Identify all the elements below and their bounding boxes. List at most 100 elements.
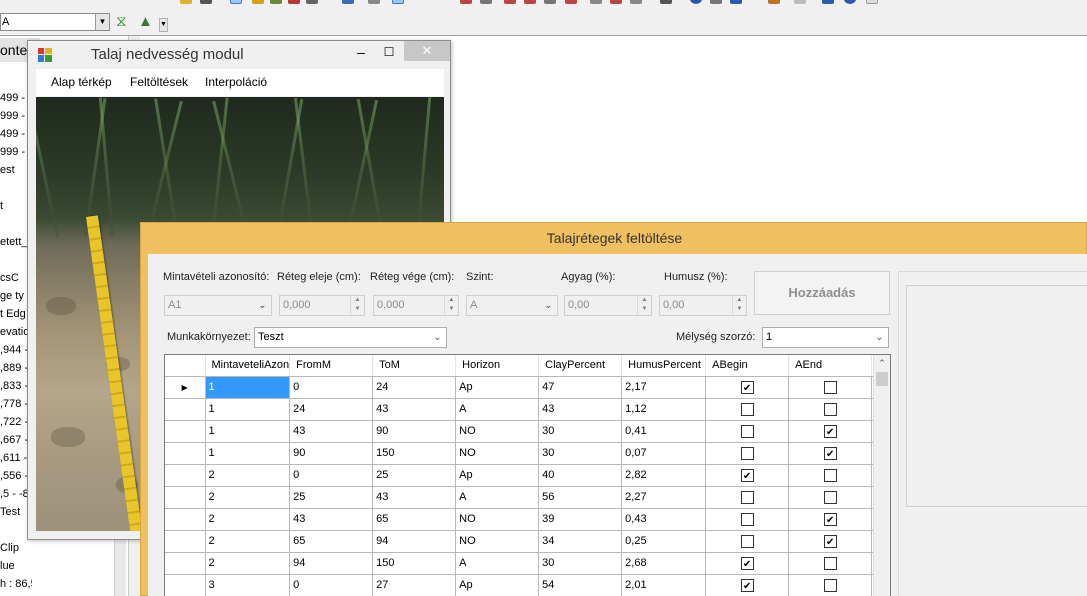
toc-layer-item[interactable]: Clip [0,541,32,555]
checkbox-aend[interactable] [823,468,837,482]
table-row[interactable]: 2 43 65 NO 39 0,43 [165,508,880,531]
cell-horizon[interactable]: Ap [455,376,540,399]
cell-aend[interactable] [788,574,873,596]
workspace-combo[interactable]: Teszt ⌄ [254,327,447,348]
table-row[interactable]: 2 0 25 Ap 40 2,82 [165,464,880,487]
cell-abegin[interactable] [705,420,790,443]
spinner-arrows-icon[interactable]: ▲ ▼ [444,296,458,315]
cell-fromm[interactable]: 43 [289,420,374,443]
cell-fromm[interactable]: 94 [289,552,374,575]
spinner-arrows-icon[interactable]: ▲ ▼ [732,296,746,315]
cell-claypercent[interactable]: 40 [538,464,623,487]
checkbox-aend[interactable] [823,556,837,570]
toolbar-icon[interactable] [270,0,282,4]
cell-claypercent[interactable]: 30 [538,442,623,465]
menu-feltoltesek[interactable]: Feltöltések [130,75,188,89]
cell-fromm[interactable]: 0 [289,376,374,399]
checkbox-aend[interactable] [823,534,837,548]
spinner-arrows-icon[interactable]: ▲ ▼ [350,296,364,315]
toolbar-icon[interactable] [660,0,672,4]
cell-abegin[interactable] [705,508,790,531]
grid-corner-header[interactable] [165,355,206,377]
cell-humuspercent[interactable]: 0,41 [621,420,707,443]
cell-mintaveteliazon[interactable]: 2 [205,486,291,509]
toolbar-icon[interactable] [794,0,806,4]
menu-interpolacio[interactable]: Interpoláció [205,75,267,89]
measure-tool-icon[interactable]: ▲ [138,12,156,32]
cell-aend[interactable] [788,442,873,465]
row-header[interactable]: ▶ [165,376,206,399]
cell-humuspercent[interactable]: 0,25 [621,530,707,553]
cell-claypercent[interactable]: 56 [538,486,623,509]
column-header-humuspercent[interactable]: HumusPercent [621,355,707,377]
horizon-combo[interactable]: A ⌄ [466,295,558,316]
cell-mintaveteliazon[interactable]: 1 [205,442,291,465]
cell-tom[interactable]: 24 [372,376,457,399]
cell-humuspercent[interactable]: 2,68 [621,552,707,575]
cell-fromm[interactable]: 25 [289,486,374,509]
humus-spinner[interactable]: 0,00 ▲ ▼ [659,295,747,316]
cell-tom[interactable]: 25 [372,464,457,487]
grid-vertical-scrollbar[interactable]: ⌃ [873,355,890,596]
cell-horizon[interactable]: Ap [455,464,540,487]
table-row[interactable]: 1 90 150 NO 30 0,07 [165,442,880,465]
zoom-icon[interactable] [544,0,556,4]
cell-tom[interactable]: 94 [372,530,457,553]
cell-claypercent[interactable]: 54 [538,574,623,596]
toolbar-icon[interactable] [590,0,602,4]
cell-fromm[interactable]: 65 [289,530,374,553]
close-button[interactable]: ✕ [404,41,450,61]
checkbox-aend[interactable] [823,446,837,460]
zoom-icon[interactable] [504,0,516,4]
cell-horizon[interactable]: NO [455,420,540,443]
cell-claypercent[interactable]: 47 [538,376,623,399]
cell-claypercent[interactable]: 39 [538,508,623,531]
zoom-icon[interactable] [480,0,492,4]
column-header-tom[interactable]: ToM [372,355,457,377]
cell-humuspercent[interactable]: 0,43 [621,508,707,531]
cell-humuspercent[interactable]: 2,17 [621,376,707,399]
toolbar-overflow-icon[interactable] [866,0,878,4]
globe-icon[interactable] [690,0,702,4]
title-bar[interactable]: Talaj nedvesség modul ‒ ☐ ✕ [28,41,450,69]
checkbox-aend[interactable] [823,380,837,394]
checkbox-aend[interactable] [823,402,837,416]
cell-mintaveteliazon[interactable]: 1 [205,398,291,421]
toolbar-icon[interactable] [630,0,642,4]
table-row[interactable]: 2 94 150 A 30 2,68 [165,552,880,575]
toolbar-icon[interactable] [288,0,300,4]
table-row[interactable]: 3 0 27 Ap 54 2,01 [165,574,880,596]
column-header-horizon[interactable]: Horizon [455,355,540,377]
identify-tool-icon[interactable]: ⧖ [116,12,134,32]
toolbar-icon[interactable] [200,0,212,4]
cell-tom[interactable]: 90 [372,420,457,443]
cell-mintaveteliazon[interactable]: 2 [205,464,291,487]
cell-claypercent[interactable]: 43 [538,398,623,421]
layer-end-spinner[interactable]: 0,000 ▲ ▼ [373,295,459,316]
cell-abegin[interactable] [705,530,790,553]
row-header[interactable] [165,552,206,575]
checkbox-abegin[interactable] [740,424,754,438]
toolbar-icon[interactable] [180,0,192,4]
cell-tom[interactable]: 65 [372,508,457,531]
chevron-down-icon[interactable]: ▼ [95,14,109,30]
row-header[interactable] [165,398,206,421]
toolbar-icon[interactable] [565,0,577,4]
cell-horizon[interactable]: A [455,398,540,421]
toolbar-overflow-icon[interactable]: ▼ [159,18,168,32]
table-row[interactable]: 1 24 43 A 43 1,12 [165,398,880,421]
cell-horizon[interactable]: NO [455,442,540,465]
cell-abegin[interactable] [705,442,790,465]
cell-fromm[interactable]: 24 [289,398,374,421]
cell-aend[interactable] [788,464,873,487]
cell-tom[interactable]: 43 [372,398,457,421]
checkbox-aend[interactable] [823,578,837,592]
checkbox-aend[interactable] [823,490,837,504]
cell-tom[interactable]: 150 [372,442,457,465]
cell-humuspercent[interactable]: 1,12 [621,398,707,421]
depth-multiplier-combo[interactable]: 1 ⌄ [762,327,889,348]
cell-tom[interactable]: 43 [372,486,457,509]
toolbar-icon[interactable] [610,0,622,4]
spinner-arrows-icon[interactable]: ▲ ▼ [637,296,651,315]
cell-mintaveteliazon[interactable]: 1 [205,376,291,399]
